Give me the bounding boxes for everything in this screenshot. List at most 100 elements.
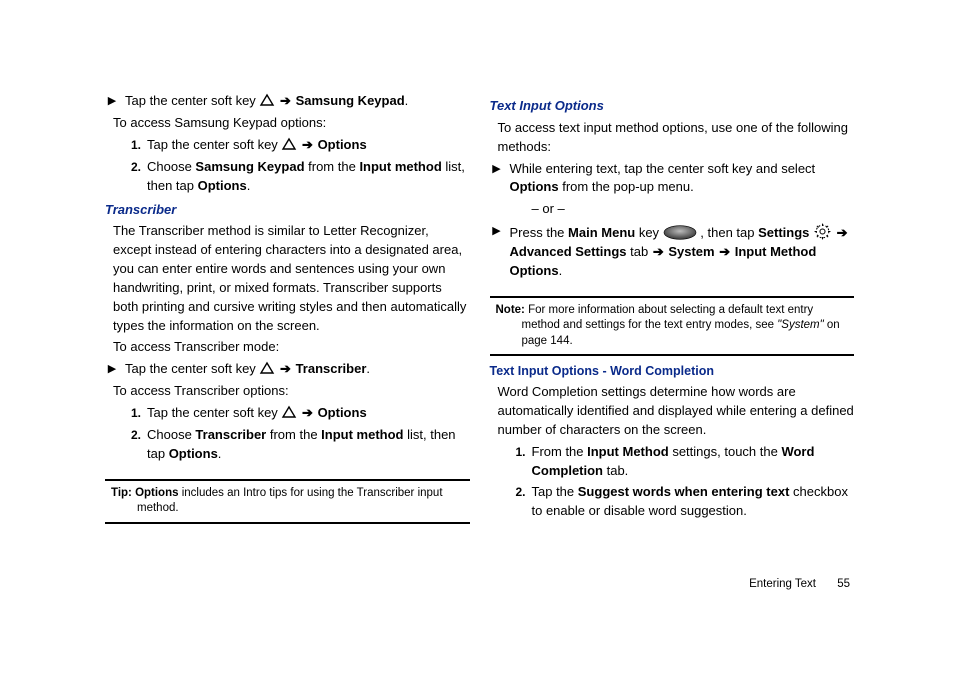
- bullet-item: ▶ While entering text, tap the center so…: [490, 160, 855, 198]
- triangle-bullet-icon: ▶: [490, 222, 504, 241]
- bullet-item: ▶ Tap the center soft key ➔ Transcriber.: [105, 360, 470, 379]
- text: Tap the center soft key: [125, 361, 259, 376]
- text: For more information about selecting a d…: [522, 304, 814, 332]
- ordered-item: 1. From the Input Method settings, touch…: [490, 443, 855, 481]
- bullet-text: Tap the center soft key ➔ Samsung Keypad…: [125, 92, 408, 111]
- softkey-triangle-icon: [259, 93, 275, 107]
- left-column: ▶ Tap the center soft key ➔ Samsung Keyp…: [105, 92, 470, 530]
- bold-text: Input Method: [587, 444, 669, 459]
- step-number: 2.: [127, 158, 141, 177]
- note-label: Note:: [496, 304, 529, 316]
- bullet-item: ▶ Press the Main Menu key , then: [490, 222, 855, 281]
- text: from the: [305, 159, 360, 174]
- footer-section: Entering Text: [749, 578, 816, 590]
- step-number: 1.: [127, 136, 141, 155]
- text: , then tap: [700, 225, 758, 240]
- paragraph: To access Samsung Keypad options:: [105, 114, 470, 133]
- bold-text: Options: [198, 178, 247, 193]
- footer-page-number: 55: [837, 578, 850, 590]
- triangle-bullet-icon: ▶: [490, 160, 504, 179]
- bold-text: Options: [510, 179, 559, 194]
- text: from the pop-up menu.: [559, 179, 694, 194]
- bold-text: Options: [169, 446, 218, 461]
- heading-word-completion: Text Input Options - Word Completion: [490, 362, 855, 380]
- text: includes an Intro tips for using the Tra…: [137, 487, 443, 515]
- bold-text: Main Menu: [568, 225, 635, 240]
- triangle-bullet-icon: ▶: [105, 360, 119, 379]
- paragraph: Word Completion settings determine how w…: [490, 383, 855, 440]
- bold-text: Transcriber: [195, 427, 266, 442]
- triangle-bullet-icon: ▶: [105, 92, 119, 111]
- heading-transcriber: Transcriber: [105, 201, 470, 220]
- text: Choose: [147, 159, 195, 174]
- bold-text: Options: [318, 137, 367, 152]
- bold-text: System: [668, 244, 714, 259]
- step-number: 2.: [512, 483, 526, 502]
- arrow-icon: ➔: [301, 405, 314, 420]
- bold-text: Suggest words when entering text: [578, 484, 790, 499]
- step-number: 1.: [127, 404, 141, 423]
- bold-text: Options: [135, 487, 178, 499]
- ordered-item: 2. Choose Transcriber from the Input met…: [105, 426, 470, 464]
- step-text: Choose Transcriber from the Input method…: [147, 426, 470, 464]
- text: From the: [532, 444, 588, 459]
- arrow-icon: ➔: [836, 225, 849, 240]
- arrow-icon: ➔: [652, 244, 669, 259]
- tip-label: Tip:: [111, 487, 135, 499]
- bullet-text: Tap the center soft key ➔ Transcriber.: [125, 360, 370, 379]
- or-separator: – or –: [490, 200, 855, 219]
- bold-text: Settings: [758, 225, 809, 240]
- ordered-item: 1. Tap the center soft key ➔ Options: [105, 136, 470, 155]
- bold-text: Input method: [321, 427, 403, 442]
- text: Tap the: [532, 484, 578, 499]
- ordered-item: 2. Choose Samsung Keypad from the Input …: [105, 158, 470, 196]
- page-footer: Entering Text 55: [749, 578, 850, 590]
- softkey-triangle-icon: [281, 405, 297, 419]
- text: Choose: [147, 427, 195, 442]
- text: tab.: [603, 463, 628, 478]
- note-box: Note: For more information about selecti…: [490, 296, 855, 357]
- bold-text: Options: [318, 405, 367, 420]
- gear-icon: [813, 222, 832, 241]
- bullet-item: ▶ Tap the center soft key ➔ Samsung Keyp…: [105, 92, 470, 111]
- step-text: Choose Samsung Keypad from the Input met…: [147, 158, 470, 196]
- text: tab: [627, 244, 652, 259]
- right-column: Text Input Options To access text input …: [490, 92, 855, 530]
- text: Tap the center soft key: [147, 137, 281, 152]
- page: ▶ Tap the center soft key ➔ Samsung Keyp…: [0, 0, 954, 530]
- ordered-item: 1. Tap the center soft key ➔ Options: [105, 404, 470, 423]
- text: While entering text, tap the center soft…: [510, 161, 816, 176]
- paragraph: To access text input method options, use…: [490, 119, 855, 157]
- step-text: Tap the center soft key ➔ Options: [147, 136, 367, 155]
- step-number: 2.: [127, 426, 141, 445]
- step-text: Tap the Suggest words when entering text…: [532, 483, 855, 521]
- text: Tap the center soft key: [147, 405, 281, 420]
- text: key: [635, 225, 662, 240]
- bold-text: Advanced Settings: [510, 244, 627, 259]
- step-number: 1.: [512, 443, 526, 462]
- softkey-triangle-icon: [259, 361, 275, 375]
- bullet-text: While entering text, tap the center soft…: [510, 160, 855, 198]
- arrow-icon: ➔: [279, 93, 292, 108]
- text: from the: [266, 427, 321, 442]
- bullet-text: Press the Main Menu key , then tap Setti…: [510, 222, 855, 281]
- ordered-item: 2. Tap the Suggest words when entering t…: [490, 483, 855, 521]
- bold-text: Samsung Keypad: [296, 93, 405, 108]
- arrow-icon: ➔: [715, 244, 735, 259]
- tip-box: Tip: Options includes an Intro tips for …: [105, 479, 470, 524]
- bold-text: Samsung Keypad: [195, 159, 304, 174]
- arrow-icon: ➔: [279, 361, 292, 376]
- paragraph: To access Transcriber mode:: [105, 338, 470, 357]
- text: Press the: [510, 225, 569, 240]
- text: Tap the center soft key: [125, 93, 259, 108]
- heading-text-input-options: Text Input Options: [490, 97, 855, 116]
- paragraph: To access Transcriber options:: [105, 382, 470, 401]
- arrow-icon: ➔: [301, 137, 314, 152]
- main-menu-key-icon: [663, 225, 697, 240]
- softkey-triangle-icon: [281, 137, 297, 151]
- step-text: Tap the center soft key ➔ Options: [147, 404, 367, 423]
- bold-text: Transcriber: [296, 361, 367, 376]
- step-text: From the Input Method settings, touch th…: [532, 443, 855, 481]
- bold-text: Input method: [359, 159, 441, 174]
- text: settings, touch the: [669, 444, 782, 459]
